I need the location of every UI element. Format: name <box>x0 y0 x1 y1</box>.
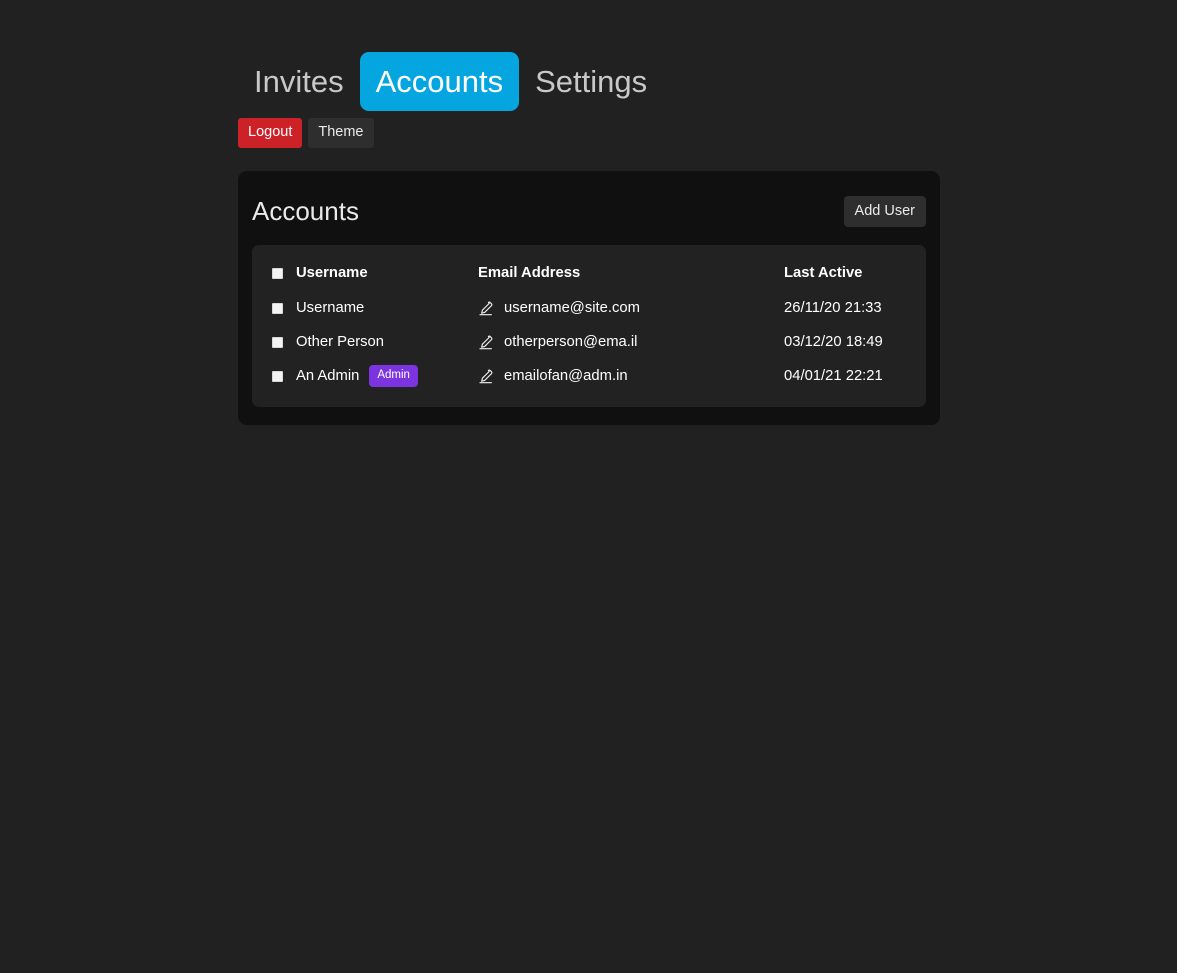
card-header: Accounts Add User <box>252 189 926 233</box>
table-row: Username usern <box>252 291 926 325</box>
app-page: Invites Accounts Settings Logout Theme A… <box>0 0 1177 973</box>
pencil-icon[interactable] <box>478 301 493 316</box>
column-header-username: Username <box>296 257 478 291</box>
row-select-checkbox[interactable] <box>272 303 283 314</box>
select-all-checkbox[interactable] <box>272 268 283 279</box>
page-title: Accounts <box>252 198 359 224</box>
action-bar: Logout Theme <box>238 118 374 148</box>
select-all-header <box>252 257 296 291</box>
pencil-icon[interactable] <box>478 369 493 384</box>
table-body: Username usern <box>252 291 926 393</box>
tab-accounts[interactable]: Accounts <box>360 52 520 111</box>
logout-button[interactable]: Logout <box>238 118 302 148</box>
username-cell: Other Person <box>296 325 478 359</box>
accounts-table-container: Username Email Address Last Active Usern… <box>252 245 926 407</box>
username-cell: An Admin Admin <box>296 359 478 393</box>
email-cell: otherperson@ema.il <box>478 325 784 359</box>
last-active-cell: 03/12/20 18:49 <box>784 325 926 359</box>
column-header-last-active: Last Active <box>784 257 926 291</box>
tab-settings[interactable]: Settings <box>519 52 663 111</box>
row-select-cell <box>252 325 296 359</box>
pencil-icon[interactable] <box>478 335 493 350</box>
main-tabs: Invites Accounts Settings <box>238 52 663 111</box>
email-cell: emailofan@adm.in <box>478 359 784 393</box>
last-active-cell: 04/01/21 22:21 <box>784 359 926 393</box>
table-header: Username Email Address Last Active <box>252 257 926 291</box>
theme-button[interactable]: Theme <box>308 118 373 148</box>
accounts-card: Accounts Add User Username Email Address… <box>238 171 940 425</box>
table-row: Other Person o <box>252 325 926 359</box>
username-cell: Username <box>296 291 478 325</box>
email-cell: username@site.com <box>478 291 784 325</box>
email-text: otherperson@ema.il <box>504 334 637 350</box>
add-user-button[interactable]: Add User <box>844 196 926 227</box>
row-select-cell <box>252 359 296 393</box>
row-select-checkbox[interactable] <box>272 371 283 382</box>
last-active-cell: 26/11/20 21:33 <box>784 291 926 325</box>
username-text: Other Person <box>296 334 384 350</box>
email-text: emailofan@adm.in <box>504 368 628 384</box>
accounts-table: Username Email Address Last Active Usern… <box>252 257 926 393</box>
table-row: An Admin Admin <box>252 359 926 393</box>
email-text: username@site.com <box>504 300 640 316</box>
status-badge: Admin <box>369 365 418 388</box>
column-header-email: Email Address <box>478 257 784 291</box>
username-text: An Admin <box>296 368 359 384</box>
row-select-checkbox[interactable] <box>272 337 283 348</box>
table-header-row: Username Email Address Last Active <box>252 257 926 291</box>
username-text: Username <box>296 300 364 316</box>
row-select-cell <box>252 291 296 325</box>
tab-invites[interactable]: Invites <box>238 52 360 111</box>
